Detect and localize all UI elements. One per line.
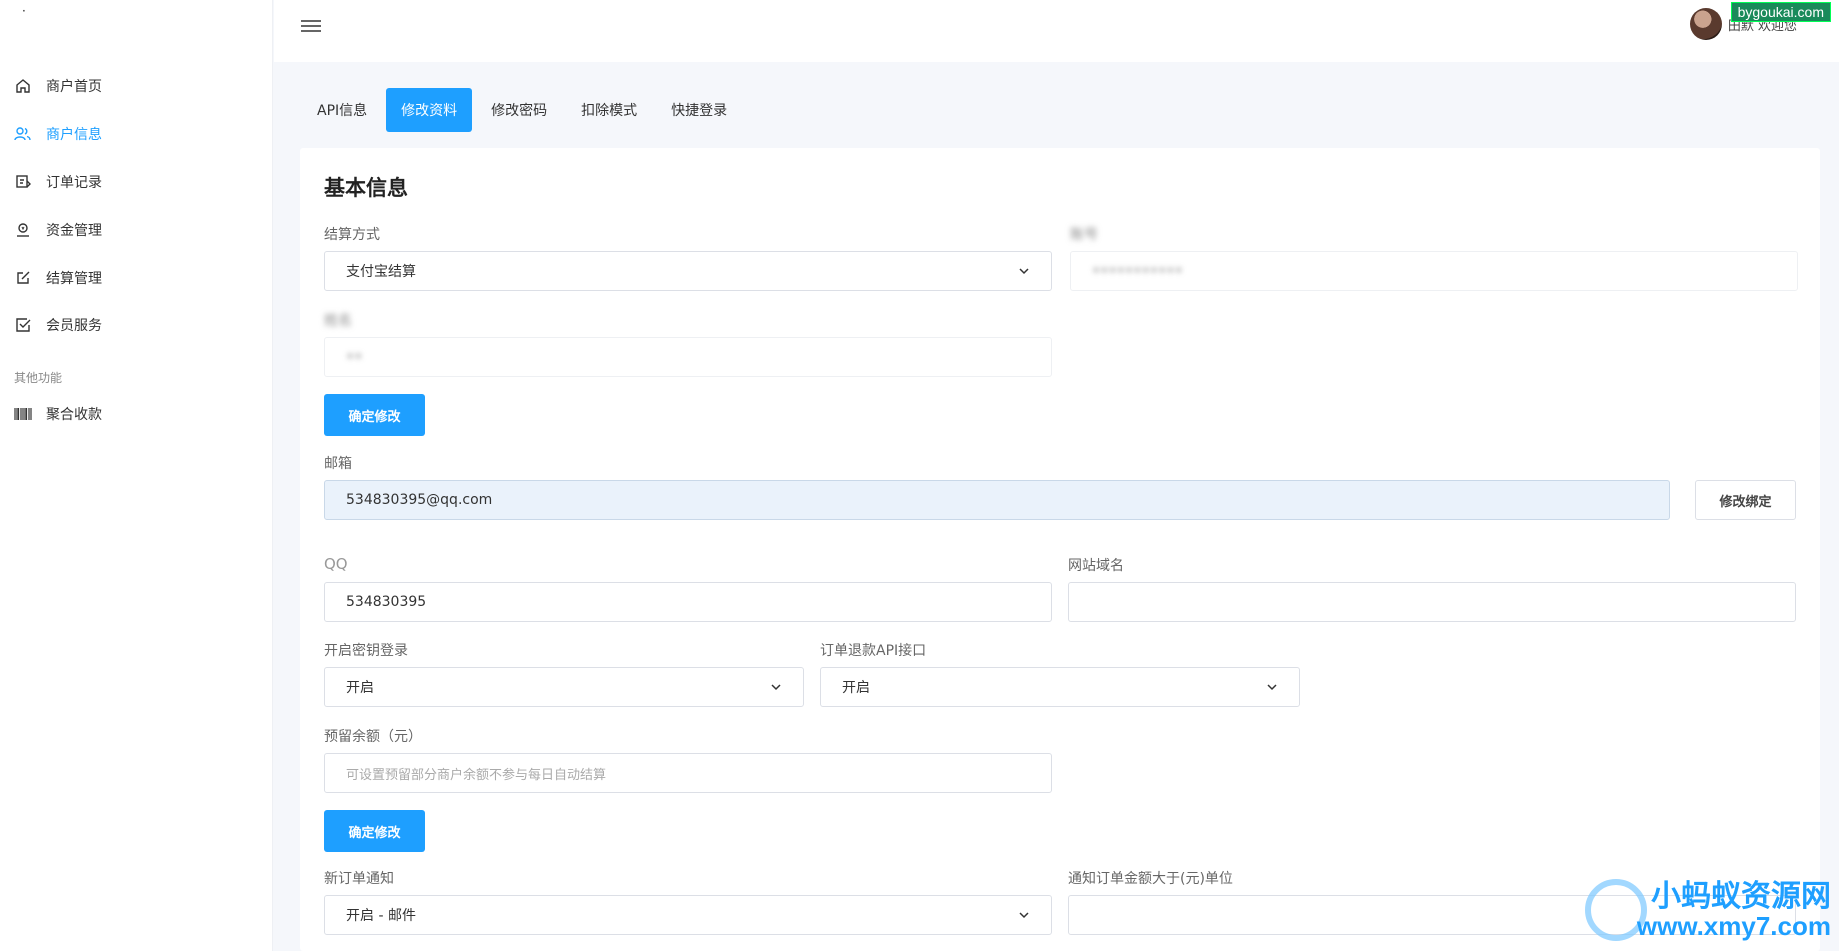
edit-icon [14,269,32,287]
tab-quick-login[interactable]: 快捷登录 [656,88,742,132]
settle-method-value: 支付宝结算 [346,264,416,280]
sidebar-item-label: 商户首页 [46,79,102,95]
topbar: 田默 欢迎您 [274,0,1839,62]
qq-value: 534830395 [346,594,427,610]
sidebar-item-label: 会员服务 [46,318,102,334]
email-label: 邮箱 [324,456,352,472]
qq-label: QQ [324,555,348,573]
email-value: 534830395@qq.com [346,492,493,508]
home-icon [14,77,32,95]
refund-api-label: 订单退款API接口 [820,643,927,659]
refund-api-select[interactable]: 开启 [820,667,1300,707]
confirm-button-2[interactable]: 确定修改 [324,810,425,852]
sidebar-item-funds[interactable]: 资金管理 [14,219,102,241]
sidebar-section-label: 其他功能 [14,371,63,385]
profile-card: 基本信息 结算方式 支付宝结算 账号 ••••••••••• 姓名 •• 确定修… [300,148,1820,951]
sidebar-item-merchant-info[interactable]: 商户信息 [14,123,102,145]
new-order-notify-value: 开启 - 邮件 [346,908,416,924]
reserve-placeholder: 可设置预留部分商户余额不参与每日自动结算 [346,767,607,783]
tab-bar: API信息 修改资料 修改密码 扣除模式 快捷登录 [302,88,746,132]
sidebar-item-label: 商户信息 [46,127,102,143]
avatar [1689,8,1722,40]
users-icon [14,125,32,143]
new-order-notify-label: 新订单通知 [324,871,394,887]
barcode-icon [14,405,32,423]
confirm-button[interactable]: 确定修改 [324,394,425,436]
name-label: 姓名 [324,313,352,329]
new-order-notify-select[interactable]: 开启 - 邮件 [324,895,1052,935]
account-value: ••••••••••• [1092,263,1183,279]
chevron-down-icon [1019,912,1029,919]
sidebar-item-home[interactable]: 商户首页 [14,75,102,97]
sidebar-item-orders[interactable]: 订单记录 [14,171,102,193]
qq-input[interactable]: 534830395 [324,582,1052,622]
tab-change-password[interactable]: 修改密码 [476,88,562,132]
checkbox-icon [14,316,32,334]
sidebar-item-label: 资金管理 [46,223,102,239]
order-icon [14,173,32,191]
chevron-down-icon [771,684,781,691]
card-title: 基本信息 [324,176,408,200]
menu-toggle-icon[interactable] [301,17,321,37]
wallet-icon [14,221,32,239]
name-input[interactable]: •• [324,337,1052,377]
sidebar-item-label: 结算管理 [46,271,102,287]
tab-deduction-mode[interactable]: 扣除模式 [566,88,652,132]
watermark-badge: bygoukai.com [1730,2,1831,22]
change-binding-button[interactable]: 修改绑定 [1695,480,1796,520]
chevron-down-icon [1019,268,1029,275]
tab-api-info[interactable]: API信息 [302,88,382,132]
sidebar: · 商户首页 商户信息 订单记录 资金管理 结算管理 会员服务 其他功能 聚合收… [0,0,273,951]
settle-method-label: 结算方式 [324,227,380,243]
account-input[interactable]: ••••••••••• [1070,251,1798,291]
notify-amount-label: 通知订单金额大于(元)单位 [1068,871,1233,887]
settle-method-select[interactable]: 支付宝结算 [324,251,1052,291]
brand-mark: · [22,4,26,18]
account-label: 账号 [1070,227,1098,243]
reserve-input[interactable]: 可设置预留部分商户余额不参与每日自动结算 [324,753,1052,793]
tab-edit-profile[interactable]: 修改资料 [386,88,473,132]
sidebar-item-aggregate-payment[interactable]: 聚合收款 [14,403,102,425]
name-value: •• [346,349,363,365]
email-field[interactable]: 534830395@qq.com [324,480,1670,520]
key-login-select[interactable]: 开启 [324,667,804,707]
sidebar-item-membership[interactable]: 会员服务 [14,314,102,336]
sidebar-item-label: 订单记录 [46,175,102,191]
key-login-value: 开启 [346,680,374,696]
sidebar-item-settlement[interactable]: 结算管理 [14,267,102,289]
chevron-down-icon [1267,684,1277,691]
refund-api-value: 开启 [842,680,870,696]
domain-label: 网站域名 [1068,558,1124,574]
key-login-label: 开启密钥登录 [324,643,408,659]
sidebar-item-label: 聚合收款 [46,407,102,423]
notify-amount-input[interactable] [1068,895,1796,935]
reserve-label: 预留余额（元） [324,729,422,745]
domain-input[interactable] [1068,582,1796,622]
